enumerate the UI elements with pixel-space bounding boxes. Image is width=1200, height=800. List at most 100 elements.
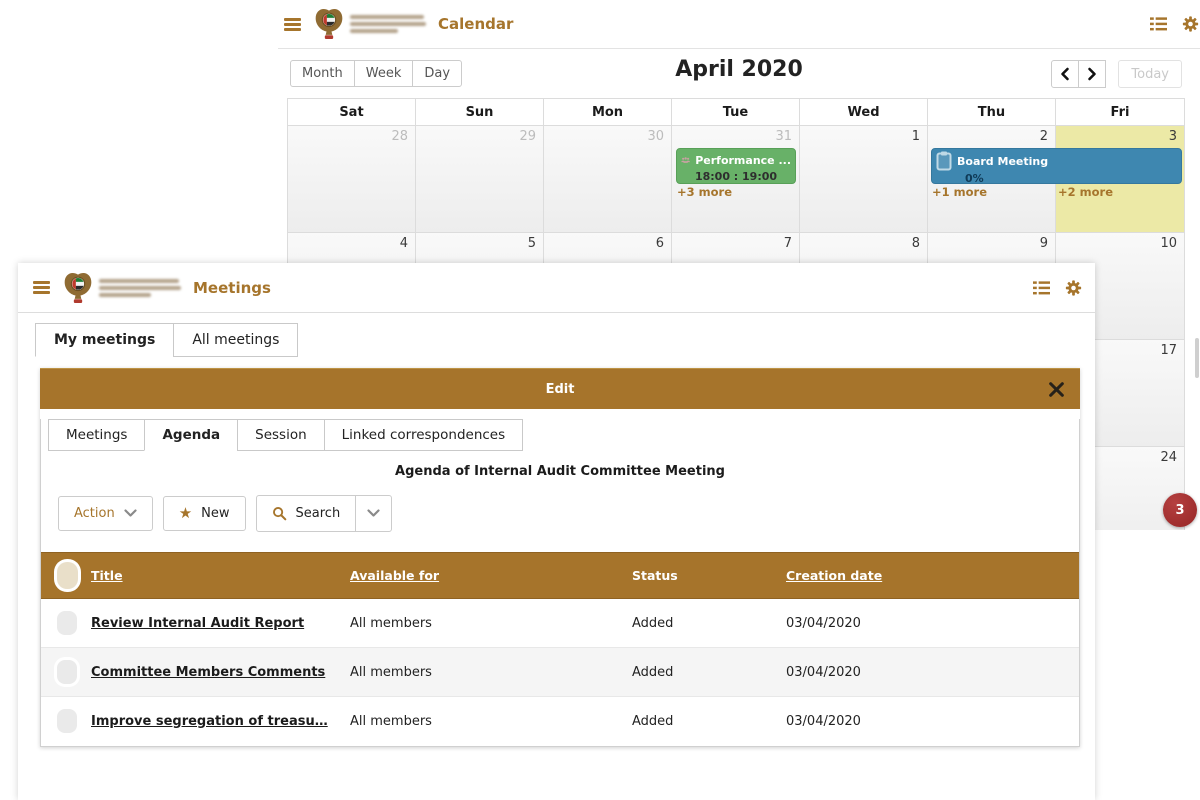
uae-emblem-logo	[63, 271, 93, 305]
agenda-heading: Agenda of Internal Audit Committee Meeti…	[41, 464, 1079, 479]
tab-linked-correspondences[interactable]: Linked correspondences	[324, 419, 524, 451]
day-number: 5	[416, 233, 543, 251]
cell-status: Added	[632, 616, 786, 631]
day-number: 9	[928, 233, 1055, 251]
menu-icon[interactable]	[284, 18, 301, 31]
search-options-button[interactable]	[355, 496, 391, 531]
day-number: 29	[416, 126, 543, 144]
day-number: 7	[672, 233, 799, 251]
chevron-left-icon	[1059, 67, 1071, 81]
search-label: Search	[296, 506, 341, 521]
uae-emblem-logo	[314, 7, 344, 41]
day-header-wed: Wed	[800, 99, 928, 126]
gear-icon[interactable]	[1182, 16, 1199, 33]
table-header-row: Title Available for Status Creation date	[41, 552, 1079, 599]
edit-modal: Edit Meetings Agenda Session Linked corr…	[40, 368, 1080, 747]
select-all-checkbox[interactable]	[57, 562, 78, 589]
cell-available-for: All members	[350, 714, 632, 729]
list-icon[interactable]	[1150, 17, 1167, 31]
cell-status: Added	[632, 665, 786, 680]
event-title: Board Meeting	[957, 155, 1048, 168]
close-button[interactable]	[1045, 378, 1067, 400]
day-header-sun: Sun	[416, 99, 544, 126]
chevron-down-icon	[367, 509, 380, 518]
day-header-tue: Tue	[672, 99, 800, 126]
notification-badge[interactable]: 3	[1163, 493, 1197, 527]
day-cell[interactable]: 29	[416, 126, 544, 233]
search-button[interactable]: Search	[257, 496, 356, 531]
row-checkbox[interactable]	[57, 611, 77, 635]
agenda-item-link[interactable]: Committee Members Comments	[91, 665, 350, 680]
close-icon	[1048, 381, 1065, 398]
table-row: Committee Members Comments All members A…	[41, 648, 1079, 697]
column-header-available-for[interactable]: Available for	[350, 568, 632, 583]
day-cell[interactable]: 28	[288, 126, 416, 233]
more-link-tue[interactable]: +3 more	[677, 185, 732, 199]
list-icon[interactable]	[1033, 281, 1050, 295]
day-number: 4	[288, 233, 415, 251]
tab-my-meetings[interactable]: My meetings	[35, 323, 174, 357]
edit-modal-header: Edit	[40, 368, 1080, 409]
column-header-status: Status	[632, 568, 786, 583]
calendar-toolbar: Month Week Day April 2020 Today	[278, 57, 1200, 99]
row-checkbox[interactable]	[57, 709, 77, 733]
action-dropdown-button[interactable]: Action	[58, 496, 153, 531]
day-cell[interactable]: 30	[544, 126, 672, 233]
column-header-creation-date[interactable]: Creation date	[786, 568, 1079, 583]
day-number: 10	[1056, 233, 1184, 251]
new-button[interactable]: ★ New	[163, 496, 246, 531]
page-canvas: Calendar	[0, 0, 1200, 800]
period-title: April 2020	[675, 57, 803, 82]
gear-icon[interactable]	[1065, 279, 1082, 296]
calendar-app-header: Calendar	[278, 0, 1200, 49]
prev-button[interactable]	[1051, 60, 1079, 88]
next-button[interactable]	[1078, 60, 1106, 88]
day-header-sat: Sat	[288, 99, 416, 126]
meetings-window: Meetings	[18, 263, 1095, 800]
day-header-fri: Fri	[1056, 99, 1184, 126]
day-header-thu: Thu	[928, 99, 1056, 126]
event-progress: 0%	[965, 172, 1177, 185]
org-name-blurred	[99, 276, 181, 300]
day-view-button[interactable]: Day	[412, 60, 462, 87]
day-number: 28	[288, 126, 415, 144]
month-view-button[interactable]: Month	[290, 60, 355, 87]
today-button[interactable]: Today	[1118, 60, 1182, 88]
group-icon	[681, 151, 690, 169]
table-row: Review Internal Audit Report All members…	[41, 599, 1079, 648]
cell-status: Added	[632, 714, 786, 729]
row-checkbox[interactable]	[57, 660, 77, 684]
cell-creation-date: 03/04/2020	[786, 616, 1079, 631]
more-link-fri[interactable]: +2 more	[1058, 185, 1113, 199]
day-number: 30	[544, 126, 671, 144]
scrollbar-thumb[interactable]	[1195, 338, 1199, 378]
agenda-table: Title Available for Status Creation date…	[41, 552, 1079, 745]
day-number: 1	[800, 126, 927, 144]
view-switcher: Month Week Day	[290, 60, 462, 87]
meetings-title: Meetings	[193, 279, 271, 297]
org-name-blurred	[350, 12, 426, 36]
cell-available-for: All members	[350, 616, 632, 631]
tab-agenda[interactable]: Agenda	[144, 419, 238, 451]
calendar-title: Calendar	[438, 15, 513, 33]
chevron-down-icon	[124, 509, 137, 518]
column-header-title[interactable]: Title	[91, 568, 350, 583]
cell-available-for: All members	[350, 665, 632, 680]
menu-icon[interactable]	[33, 281, 50, 294]
modal-tabbar: Meetings Agenda Session Linked correspon…	[48, 419, 1079, 451]
week-view-button[interactable]: Week	[354, 60, 414, 87]
day-header-mon: Mon	[544, 99, 672, 126]
event-board-meeting[interactable]: Board Meeting 0%	[931, 148, 1182, 184]
tab-meetings[interactable]: Meetings	[48, 419, 145, 451]
day-cell[interactable]: 1	[800, 126, 928, 233]
star-icon: ★	[179, 506, 192, 521]
event-performance[interactable]: Performance ... 18:00 : 19:00	[676, 148, 796, 184]
agenda-item-link[interactable]: Improve segregation of treasu…	[91, 714, 350, 729]
meetings-tabbar: My meetings All meetings	[35, 323, 1095, 357]
more-link-thu[interactable]: +1 more	[932, 185, 987, 199]
tab-all-meetings[interactable]: All meetings	[173, 323, 298, 357]
tab-session[interactable]: Session	[237, 419, 325, 451]
chevron-right-icon	[1086, 67, 1098, 81]
agenda-item-link[interactable]: Review Internal Audit Report	[91, 616, 350, 631]
edit-modal-body: Meetings Agenda Session Linked correspon…	[40, 419, 1080, 747]
